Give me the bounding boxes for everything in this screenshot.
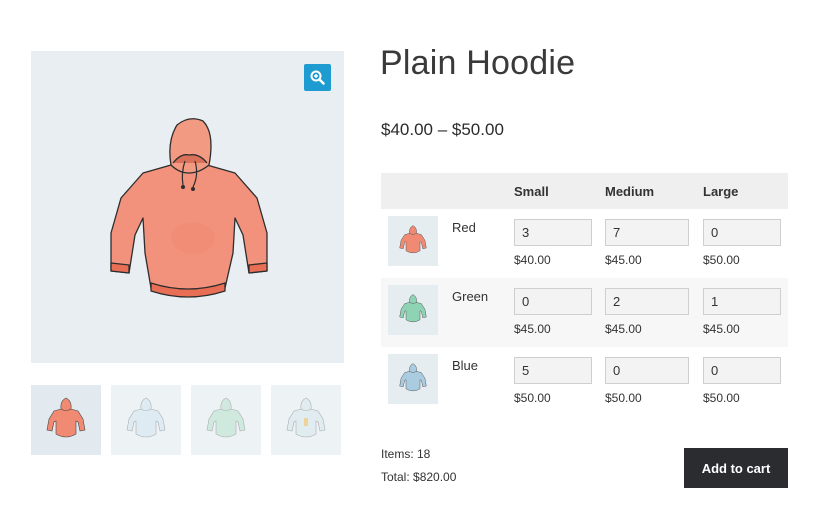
price-red-medium: $45.00: [605, 253, 642, 267]
qty-input-red-medium[interactable]: [605, 219, 689, 246]
red-swatch-image: [388, 216, 438, 266]
cell-green-large: $45.00: [703, 288, 781, 336]
cell-red-small: $40.00: [514, 219, 592, 267]
zoom-button[interactable]: [304, 64, 331, 91]
green-swatch-image: [388, 285, 438, 335]
cell-red-large: $50.00: [703, 219, 781, 267]
grid-header: Small Medium Large: [381, 173, 788, 209]
variation-row-red: Red $40.00 $45.00 $50.00: [381, 209, 788, 278]
price-red-small: $40.00: [514, 253, 551, 267]
cell-blue-small: $50.00: [514, 357, 592, 405]
qty-input-green-large[interactable]: [703, 288, 781, 315]
cell-green-small: $45.00: [514, 288, 592, 336]
cell-red-medium: $45.00: [605, 219, 689, 267]
qty-input-red-large[interactable]: [703, 219, 781, 246]
column-header-small: Small: [514, 184, 549, 199]
row-label-blue: Blue: [452, 358, 479, 373]
order-total: Total: $820.00: [381, 470, 457, 484]
thumbnail-logo-hoodie[interactable]: [271, 385, 341, 455]
column-header-large: Large: [703, 184, 739, 199]
cell-blue-large: $50.00: [703, 357, 781, 405]
price-range: $40.00 – $50.00: [381, 120, 504, 139]
variation-row-blue: Blue $50.00 $50.00 $50.00: [381, 347, 788, 416]
price-green-small: $45.00: [514, 322, 551, 336]
qty-input-green-medium[interactable]: [605, 288, 689, 315]
price-green-large: $45.00: [703, 322, 740, 336]
main-product-image[interactable]: [31, 51, 344, 363]
product-title: Plain Hoodie: [380, 44, 576, 82]
gallery-thumbnails: [31, 385, 344, 455]
price-blue-medium: $50.00: [605, 391, 642, 405]
add-to-cart-button[interactable]: Add to cart: [684, 448, 788, 488]
thumbnail-blue-hoodie[interactable]: [111, 385, 181, 455]
qty-input-blue-large[interactable]: [703, 357, 781, 384]
magnifier-plus-icon: [310, 70, 325, 85]
blue-hoodie-thumb-image: [126, 397, 166, 438]
qty-input-green-small[interactable]: [514, 288, 592, 315]
red-hoodie-image: [110, 118, 268, 298]
thumbnail-red-hoodie[interactable]: [31, 385, 101, 455]
items-count: Items: 18: [381, 447, 431, 461]
cell-green-medium: $45.00: [605, 288, 689, 336]
price-blue-large: $50.00: [703, 391, 740, 405]
price-blue-small: $50.00: [514, 391, 551, 405]
green-hoodie-thumb-image: [206, 397, 246, 438]
thumbnail-green-hoodie[interactable]: [191, 385, 261, 455]
price-red-large: $50.00: [703, 253, 740, 267]
price-green-medium: $45.00: [605, 322, 642, 336]
variation-row-green: Green $45.00 $45.00 $45.00: [381, 278, 788, 347]
logo-hoodie-thumb-image: [286, 397, 326, 438]
hoodie-icon: [399, 294, 427, 323]
red-hoodie-thumb-image: [46, 397, 86, 438]
blue-swatch-image: [388, 354, 438, 404]
column-header-medium: Medium: [605, 184, 655, 199]
hoodie-icon: [399, 225, 427, 254]
variation-grid: Small Medium Large Red $40.00 $45.00 $50…: [381, 173, 788, 416]
row-label-green: Green: [452, 289, 489, 304]
row-label-red: Red: [452, 220, 476, 235]
qty-input-blue-small[interactable]: [514, 357, 592, 384]
qty-input-red-small[interactable]: [514, 219, 592, 246]
hoodie-icon: [399, 363, 427, 392]
cell-blue-medium: $50.00: [605, 357, 689, 405]
qty-input-blue-medium[interactable]: [605, 357, 689, 384]
